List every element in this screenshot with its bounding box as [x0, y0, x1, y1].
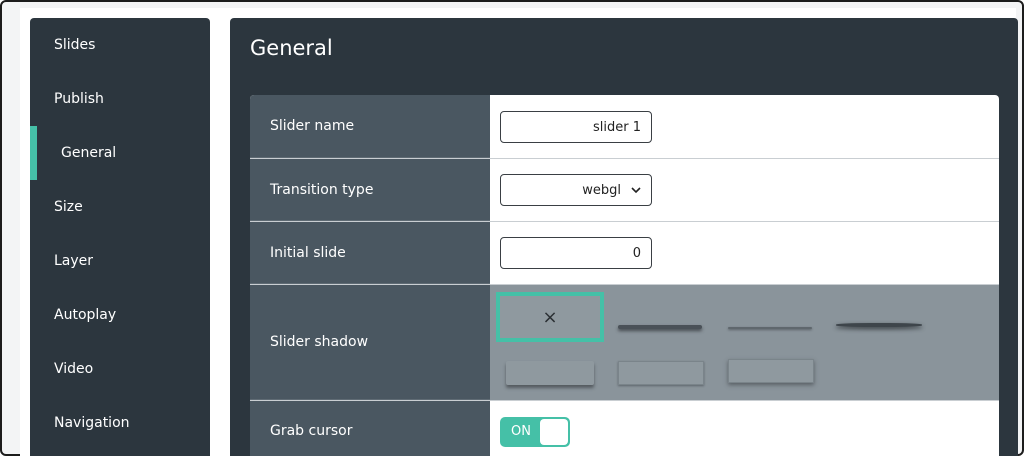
setting-row-transition-type: Transition type webgl [250, 159, 999, 222]
setting-value-cell [490, 95, 999, 158]
shadow-preview [618, 325, 702, 329]
setting-label: Transition type [250, 159, 490, 221]
sidebar-item-label: Slides [54, 37, 96, 53]
settings-sidebar: Slides Publish General Size Layer Autopl… [30, 18, 210, 456]
shadow-option-7[interactable] [728, 359, 814, 383]
sidebar-item-label: Video [54, 361, 94, 377]
page-title: General [250, 36, 333, 60]
general-settings-panel: General Slider name Transition type webg… [230, 18, 1018, 456]
setting-value-cell: webgl [490, 159, 999, 221]
shadow-preview [728, 327, 812, 329]
sidebar-item-label: Layer [54, 253, 94, 269]
shadow-option-4[interactable] [836, 323, 924, 333]
shadow-option-6[interactable] [618, 361, 704, 385]
slider-name-input[interactable] [500, 111, 652, 143]
sidebar-item-label: Publish [54, 91, 104, 107]
setting-row-grab-cursor: Grab cursor ON [250, 401, 999, 456]
transition-type-select[interactable]: webgl [500, 174, 652, 206]
chevron-down-icon [631, 186, 641, 193]
setting-row-slider-shadow: Slider shadow × [250, 285, 999, 401]
shadow-options: × [490, 285, 999, 400]
sidebar-item-layer[interactable]: Layer [30, 234, 210, 288]
setting-label: Slider shadow [250, 285, 490, 400]
setting-value-cell: ON [490, 401, 999, 456]
sidebar-item-video[interactable]: Video [30, 342, 210, 396]
close-icon: × [542, 306, 558, 328]
shadow-option-5[interactable] [506, 361, 594, 385]
setting-label: Initial slide [250, 222, 490, 284]
sidebar-item-label: Size [54, 199, 83, 215]
setting-row-initial-slide: Initial slide [250, 222, 999, 285]
grab-cursor-toggle[interactable]: ON [500, 417, 570, 447]
setting-label: Grab cursor [250, 401, 490, 456]
setting-row-slider-name: Slider name [250, 95, 999, 159]
shadow-option-none[interactable]: × [496, 292, 604, 342]
shadow-option-3[interactable] [728, 327, 814, 335]
sidebar-item-slides[interactable]: Slides [30, 18, 210, 72]
sidebar-item-publish[interactable]: Publish [30, 72, 210, 126]
sidebar-item-label: Autoplay [54, 307, 117, 323]
toggle-state-label: ON [511, 424, 531, 439]
settings-table: Slider name Transition type webgl Initia… [250, 95, 999, 456]
shadow-preview [836, 323, 922, 327]
initial-slide-input[interactable] [500, 237, 652, 269]
sidebar-item-label: Navigation [54, 415, 130, 431]
sidebar-item-general[interactable]: General [30, 126, 210, 180]
select-value: webgl [582, 182, 621, 198]
setting-label: Slider name [250, 95, 490, 158]
setting-value-cell [490, 222, 999, 284]
toggle-knob [540, 419, 568, 445]
sidebar-item-size[interactable]: Size [30, 180, 210, 234]
sidebar-item-navigation[interactable]: Navigation [30, 396, 210, 450]
shadow-option-2[interactable] [618, 325, 704, 335]
sidebar-item-autoplay[interactable]: Autoplay [30, 288, 210, 342]
sidebar-item-label: General [61, 145, 117, 161]
